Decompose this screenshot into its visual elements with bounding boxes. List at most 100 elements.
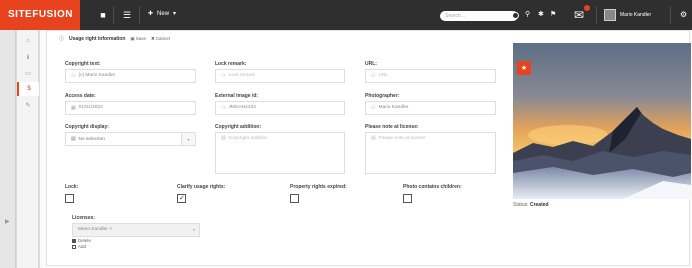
access-date-label: Access date: [65, 93, 96, 99]
brand-logo[interactable]: SITEFUSION [0, 0, 80, 30]
star-icon[interactable]: ✱ [538, 10, 544, 18]
copyright-addition-textarea[interactable]: ▤ Copyright addition [215, 132, 345, 174]
photographer-field[interactable]: ⚇ Mario Kandler [365, 101, 496, 115]
icon-bar: ⌂ ℹ ▭ $ ✎ [17, 30, 39, 268]
plus-icon: ✚ [148, 11, 154, 17]
user-icon: ⚇ [71, 73, 76, 79]
license-option-delete[interactable]: Delete [72, 238, 91, 243]
list-icon: ▤ [71, 136, 76, 142]
close-icon: ✖ [150, 35, 155, 41]
photographer-value: Mario Kandler [378, 105, 409, 110]
children-label: Photo contains children: [403, 184, 462, 190]
save-label: Save [135, 36, 146, 41]
divider [596, 6, 597, 24]
copyright-addition-placeholder: Copyright addition [228, 136, 268, 141]
chevron-down-icon: ▾ [173, 11, 177, 17]
expand-sidebar-icon[interactable]: ▶ [5, 218, 10, 225]
home-icon[interactable]: ⌂ [17, 34, 39, 48]
lock-remark-field[interactable]: ⚇ Lock remark [215, 69, 345, 83]
menu-icon[interactable]: ☰ [121, 9, 133, 21]
form-header: ⓘ Usage right information ▣ Save ✖ Cancel [59, 35, 170, 43]
status-label: Status: [513, 202, 529, 208]
license-option-label: Delete [78, 238, 92, 243]
user-icon: ⚇ [221, 73, 226, 79]
divider [670, 6, 671, 24]
chevron-down-icon[interactable]: ▾ [193, 224, 195, 236]
copyright-display-select[interactable]: ▤ No selection ▾ [65, 132, 196, 146]
info-icon[interactable]: ℹ [17, 50, 39, 64]
rights-icon[interactable]: $ [17, 82, 39, 96]
copyright-text-label: Copyright text: [65, 61, 101, 67]
new-button[interactable]: ✚ New ▾ [148, 10, 177, 18]
link-icon[interactable]: ✎ [17, 98, 39, 112]
children-checkbox[interactable] [403, 194, 412, 203]
lock-remark-label: Lock remark: [215, 61, 247, 67]
grid-icon[interactable]: ■ [97, 9, 109, 21]
username[interactable]: Mario Kandler [620, 12, 651, 18]
search-toggle[interactable] [512, 12, 519, 19]
photo-preview[interactable] [513, 43, 691, 199]
external-image-id-label: External image id: [215, 93, 259, 99]
status-line: Status: Created [513, 202, 549, 208]
note-licenser-label: Please note at license: [365, 124, 419, 130]
expired-label: Property rights expired: [290, 184, 347, 190]
lock-remark-placeholder: Lock remark [228, 73, 255, 78]
expired-checkbox[interactable] [290, 194, 299, 203]
licenses-select[interactable]: Mario Kandler × ▾ [72, 223, 200, 237]
save-button[interactable]: ▣ Save [130, 36, 146, 42]
url-field[interactable]: ⚇ URL [365, 69, 496, 83]
url-placeholder: URL [378, 73, 389, 78]
license-option-add[interactable]: Add [72, 244, 86, 249]
gear-icon[interactable]: ⚙ [680, 10, 687, 19]
avatar[interactable] [604, 9, 616, 21]
url-label: URL: [365, 61, 377, 67]
note-licenser-placeholder: Please note at license [378, 136, 426, 141]
add-icon [72, 244, 76, 249]
licenses-value: Mario Kandler [78, 227, 108, 232]
search-input[interactable]: Search... [440, 11, 518, 21]
calendar-icon: ▦ [71, 105, 76, 111]
note-licenser-textarea[interactable]: ▤ Please note at license [365, 132, 496, 174]
search-icon[interactable]: ⚲ [525, 10, 530, 18]
lock-label: Lock: [65, 184, 79, 190]
license-option-label: Add [78, 244, 87, 249]
photographer-label: Photographer: [365, 93, 400, 99]
cancel-button[interactable]: ✖ Cancel [151, 36, 170, 42]
photo-action-button[interactable]: ★ [517, 61, 531, 75]
external-image-id-field[interactable]: ⚇ JMGAH1234 [215, 101, 345, 115]
edit-icon: ▤ [221, 136, 226, 141]
folder-icon[interactable]: ▭ [17, 66, 39, 80]
copyright-addition-label: Copyright addition: [215, 124, 262, 130]
lock-checkbox[interactable] [65, 194, 74, 203]
clarify-label: Clarify usage rights: [177, 184, 226, 190]
collapsed-sidebar: ▶ [0, 30, 16, 268]
cancel-label: Cancel [155, 36, 170, 41]
star-icon: ★ [520, 65, 528, 72]
mountain-photo [513, 43, 691, 199]
user-icon: ⚇ [371, 73, 376, 79]
copyright-text-field[interactable]: ⚇ (c) Mario Kandler [65, 69, 196, 83]
chevron-down-icon[interactable]: ▾ [181, 133, 195, 145]
edit-icon: ▤ [371, 136, 376, 141]
top-bar: SITEFUSION ■ ☰ ✚ New ▾ Search... ⚲ ✱ ⚑ ✉… [0, 0, 692, 30]
licenses-label: Licenses: [72, 215, 96, 221]
divider [139, 6, 140, 24]
main-panel: ⓘ Usage right information ▣ Save ✖ Cancel … [40, 30, 692, 268]
save-icon: ▣ [130, 35, 135, 41]
copyright-display-label: Copyright display: [65, 124, 109, 130]
form-title: Usage right information [69, 35, 126, 42]
bookmark-icon[interactable]: ⚑ [550, 10, 556, 18]
chevron-icon[interactable]: ⓘ [59, 35, 64, 42]
access-date-field[interactable]: ▦ 01/01/2022 [65, 101, 196, 115]
external-image-id-value: JMGAH1234 [228, 105, 256, 110]
user-icon: ⚇ [371, 105, 376, 111]
trash-icon [72, 238, 76, 243]
user-icon: ⚇ [221, 105, 226, 111]
copyright-display-value: No selection [78, 136, 105, 142]
copyright-text-value: (c) Mario Kandler [78, 73, 116, 78]
notification-badge [584, 5, 590, 11]
new-button-label: New [157, 10, 170, 17]
status-value: Created [529, 202, 549, 208]
access-date-value: 01/01/2022 [78, 105, 103, 110]
clarify-checkbox[interactable] [177, 194, 186, 203]
